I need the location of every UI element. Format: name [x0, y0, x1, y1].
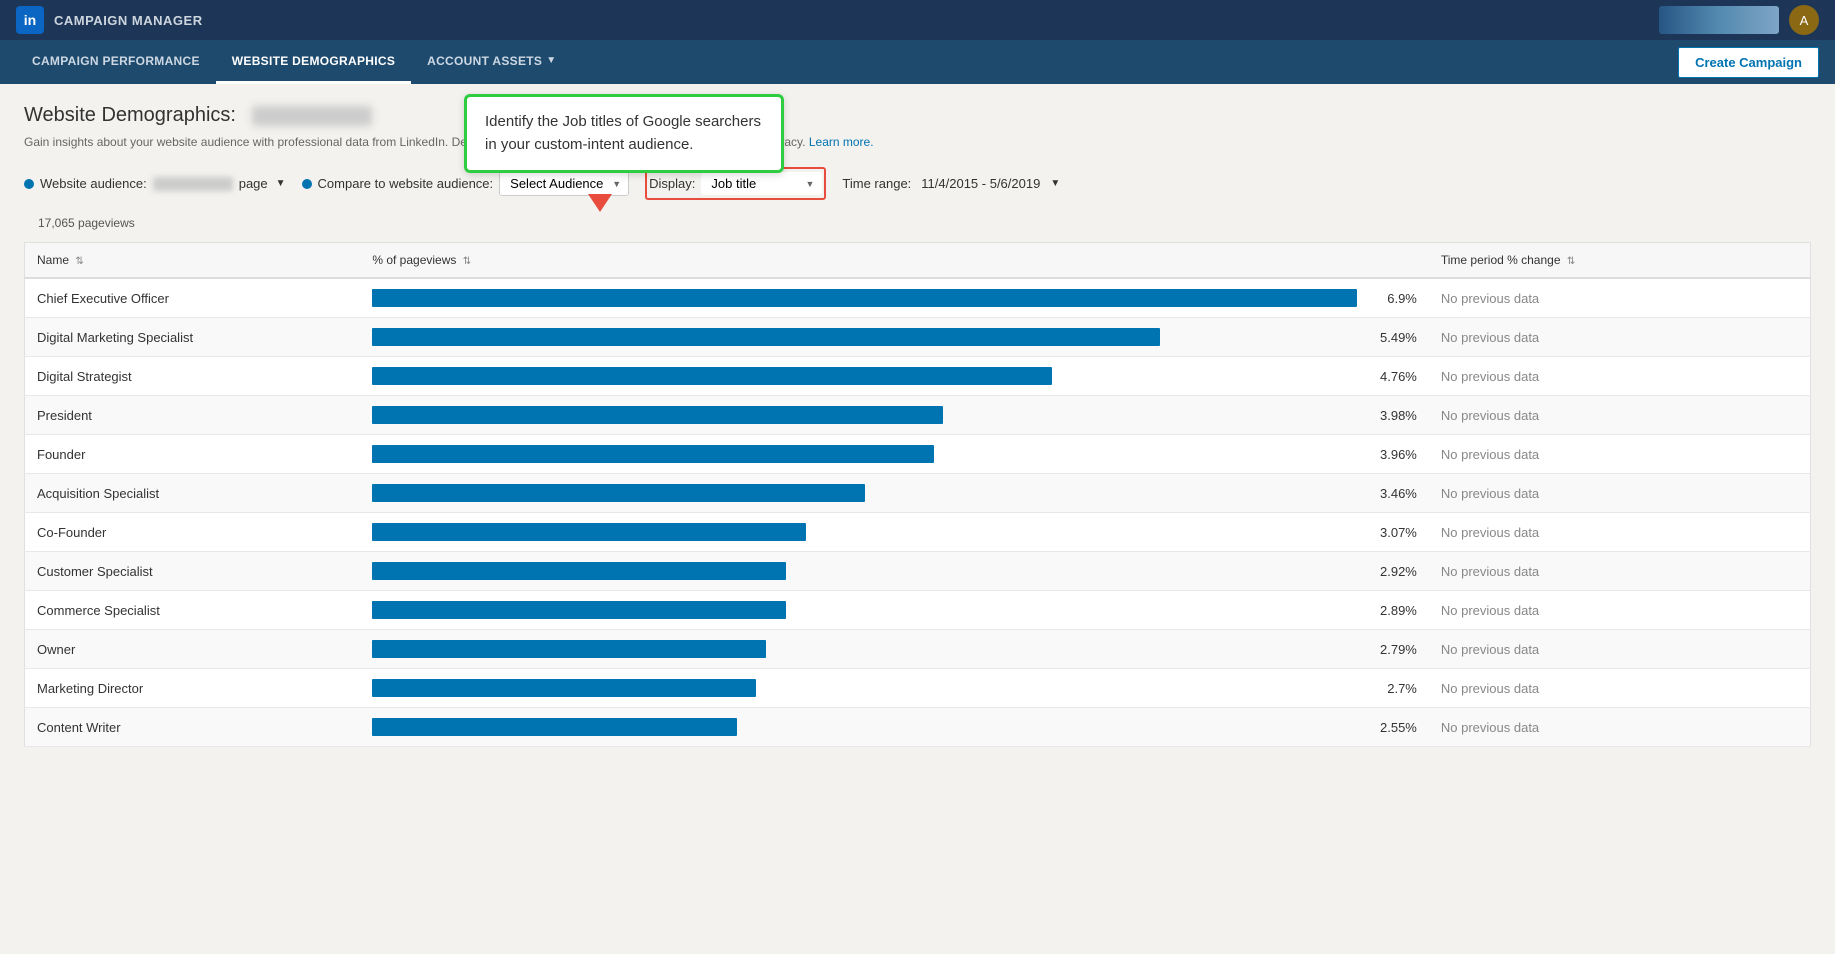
cell-timeperiod: No previous data — [1429, 435, 1811, 474]
compare-select-wrapper[interactable]: Select Audience — [499, 171, 629, 196]
audience-dropdown-icon: ▼ — [276, 178, 286, 189]
user-avatar[interactable]: A — [1789, 5, 1819, 35]
main-nav: CAMPAIGN PERFORMANCE WEBSITE DEMOGRAPHIC… — [0, 40, 1835, 84]
cell-pageviews: 3.07% — [360, 513, 1429, 552]
cell-name: Acquisition Specialist — [25, 474, 361, 513]
cell-name: Founder — [25, 435, 361, 474]
cell-name: Digital Marketing Specialist — [25, 318, 361, 357]
tooltip-arrow — [588, 194, 612, 212]
cell-pageviews: 2.55% — [360, 708, 1429, 747]
cell-timeperiod: No previous data — [1429, 474, 1811, 513]
table-row: Content Writer 2.55% No previous data — [25, 708, 1811, 747]
pageviews-count: 17,065 pageviews — [38, 216, 1811, 230]
display-select[interactable]: Job title Industry Job function Company … — [701, 172, 822, 195]
cell-pageviews: 4.76% — [360, 357, 1429, 396]
cell-timeperiod: No previous data — [1429, 513, 1811, 552]
cell-name: Marketing Director — [25, 669, 361, 708]
compare-filter: Compare to website audience: Select Audi… — [302, 171, 630, 196]
cell-name: Co-Founder — [25, 513, 361, 552]
cell-pageviews: 2.92% — [360, 552, 1429, 591]
cell-pageviews: 2.7% — [360, 669, 1429, 708]
linkedin-logo: in — [16, 6, 44, 34]
table-row: Acquisition Specialist 3.46% No previous… — [25, 474, 1811, 513]
table-row: Marketing Director 2.7% No previous data — [25, 669, 1811, 708]
demographics-table: Name ⇅ % of pageviews ⇅ Time period % ch… — [24, 242, 1811, 747]
cell-name: Customer Specialist — [25, 552, 361, 591]
cell-timeperiod: No previous data — [1429, 591, 1811, 630]
compare-dot — [302, 179, 312, 189]
nav-campaign-performance[interactable]: CAMPAIGN PERFORMANCE — [16, 40, 216, 84]
cell-name: Commerce Specialist — [25, 591, 361, 630]
create-campaign-button[interactable]: Create Campaign — [1678, 47, 1819, 78]
cell-name: Content Writer — [25, 708, 361, 747]
cell-pageviews: 5.49% — [360, 318, 1429, 357]
table-row: Digital Marketing Specialist 5.49% No pr… — [25, 318, 1811, 357]
top-bar-decoration — [1659, 6, 1779, 34]
top-bar: in CAMPAIGN MANAGER A — [0, 0, 1835, 40]
name-sort-icon: ⇅ — [75, 256, 83, 267]
account-assets-dropdown-icon: ▼ — [546, 55, 556, 66]
nav-website-demographics[interactable]: WEBSITE DEMOGRAPHICS — [216, 40, 411, 84]
cell-timeperiod: No previous data — [1429, 552, 1811, 591]
page-title: Website Demographics: — [24, 104, 236, 127]
cell-pageviews: 2.89% — [360, 591, 1429, 630]
page-subtitle: Gain insights about your website audienc… — [24, 133, 1811, 151]
col-header-timeperiod[interactable]: Time period % change ⇅ — [1429, 243, 1811, 279]
cell-name: Digital Strategist — [25, 357, 361, 396]
cell-timeperiod: No previous data — [1429, 630, 1811, 669]
cell-timeperiod: No previous data — [1429, 708, 1811, 747]
website-audience-dot — [24, 179, 34, 189]
table-row: Founder 3.96% No previous data — [25, 435, 1811, 474]
cell-timeperiod: No previous data — [1429, 318, 1811, 357]
table-row: Digital Strategist 4.76% No previous dat… — [25, 357, 1811, 396]
learn-more-link[interactable]: Learn more. — [809, 135, 874, 149]
filters-row: Website audience: page ▼ Compare to webs… — [24, 167, 1811, 200]
time-range-dropdown-icon: ▼ — [1050, 178, 1060, 189]
page-content: Website Demographics: Identify the Job t… — [0, 84, 1835, 954]
table-row: President 3.98% No previous data — [25, 396, 1811, 435]
cell-name: President — [25, 396, 361, 435]
table-row: Chief Executive Officer 6.9% No previous… — [25, 278, 1811, 318]
tooltip-popup: Identify the Job titles of Google search… — [464, 94, 784, 173]
compare-select[interactable]: Select Audience — [499, 171, 629, 196]
cell-pageviews: 6.9% — [360, 278, 1429, 318]
cell-pageviews: 3.46% — [360, 474, 1429, 513]
cell-timeperiod: No previous data — [1429, 396, 1811, 435]
cell-name: Chief Executive Officer — [25, 278, 361, 318]
website-audience-filter: Website audience: page ▼ — [24, 176, 286, 191]
time-range-filter: Time range: 11/4/2015 - 5/6/2019 ▼ — [842, 176, 1060, 191]
col-header-pageviews[interactable]: % of pageviews ⇅ — [360, 243, 1429, 279]
table-row: Customer Specialist 2.92% No previous da… — [25, 552, 1811, 591]
app-title: CAMPAIGN MANAGER — [54, 13, 203, 28]
cell-timeperiod: No previous data — [1429, 278, 1811, 318]
nav-account-assets[interactable]: ACCOUNT ASSETS ▼ — [411, 40, 572, 84]
table-row: Commerce Specialist 2.89% No previous da… — [25, 591, 1811, 630]
pageviews-sort-icon: ⇅ — [463, 256, 471, 267]
cell-pageviews: 3.96% — [360, 435, 1429, 474]
table-row: Owner 2.79% No previous data — [25, 630, 1811, 669]
table-row: Co-Founder 3.07% No previous data — [25, 513, 1811, 552]
cell-name: Owner — [25, 630, 361, 669]
display-select-wrapper[interactable]: Job title Industry Job function Company … — [701, 172, 822, 195]
timeperiod-sort-icon: ⇅ — [1567, 256, 1575, 267]
col-header-name[interactable]: Name ⇅ — [25, 243, 361, 279]
cell-timeperiod: No previous data — [1429, 357, 1811, 396]
audience-blurred-value — [153, 177, 233, 191]
page-title-blurred-value — [252, 106, 372, 126]
cell-timeperiod: No previous data — [1429, 669, 1811, 708]
cell-pageviews: 2.79% — [360, 630, 1429, 669]
page-title-row: Website Demographics: — [24, 104, 1811, 127]
cell-pageviews: 3.98% — [360, 396, 1429, 435]
